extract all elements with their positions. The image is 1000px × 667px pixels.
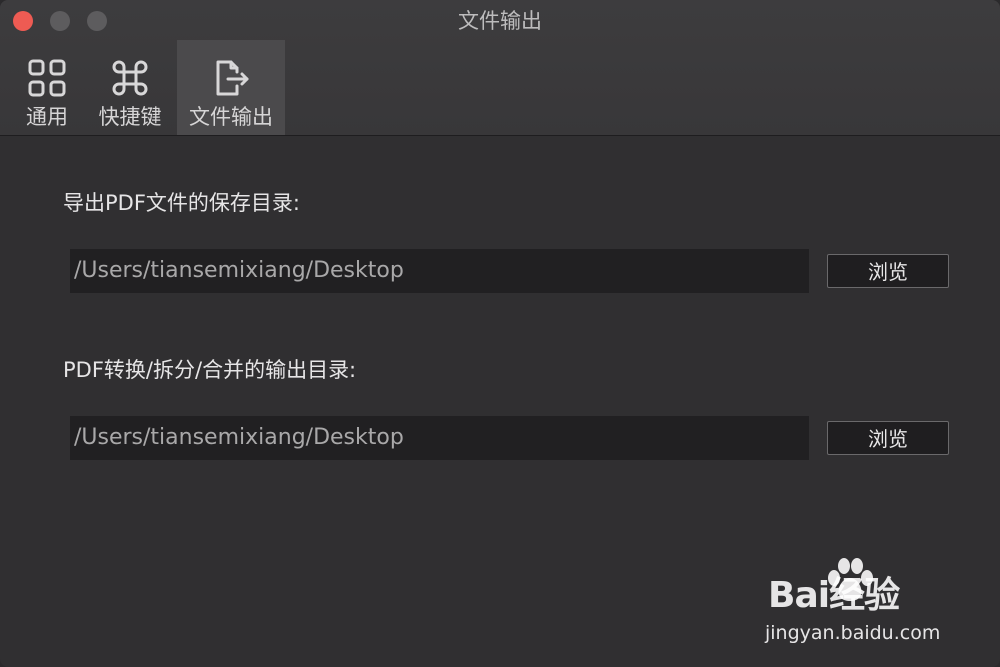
tab-shortcuts-label: 快捷键 (98, 105, 162, 129)
tab-file-output[interactable]: 文件输出 (177, 40, 285, 135)
tab-file-output-label: 文件输出 (189, 105, 273, 129)
tab-general-label: 通用 (26, 105, 68, 129)
watermark-logo: Bai经验 (768, 575, 900, 616)
baidu-jingyan-watermark: Bai经验 jingyan.baidu.com (765, 558, 985, 648)
preferences-window: 文件输出 通用 快捷键 文件输出 导出PDF文件的保存目录: /Users/ti… (0, 0, 1000, 667)
grid-icon (14, 58, 80, 102)
command-icon (92, 58, 168, 102)
pdf-save-dir-label: 导出PDF文件的保存目录: (63, 191, 300, 215)
pdf-save-browse-button[interactable]: 浏览 (827, 254, 949, 288)
window-title: 文件输出 (458, 9, 542, 33)
pdf-save-dir-field[interactable]: /Users/tiansemixiang/Desktop (70, 249, 809, 293)
watermark-url: jingyan.baidu.com (765, 622, 941, 644)
output-dir-label: PDF转换/拆分/合并的输出目录: (63, 358, 357, 382)
output-browse-button[interactable]: 浏览 (827, 421, 949, 455)
output-dir-field[interactable]: /Users/tiansemixiang/Desktop (70, 416, 809, 460)
tab-general[interactable]: 通用 (14, 40, 80, 135)
file-export-icon (177, 58, 285, 102)
window-toolbar: 文件输出 通用 快捷键 文件输出 (0, 0, 1000, 136)
tab-shortcuts[interactable]: 快捷键 (92, 40, 168, 135)
